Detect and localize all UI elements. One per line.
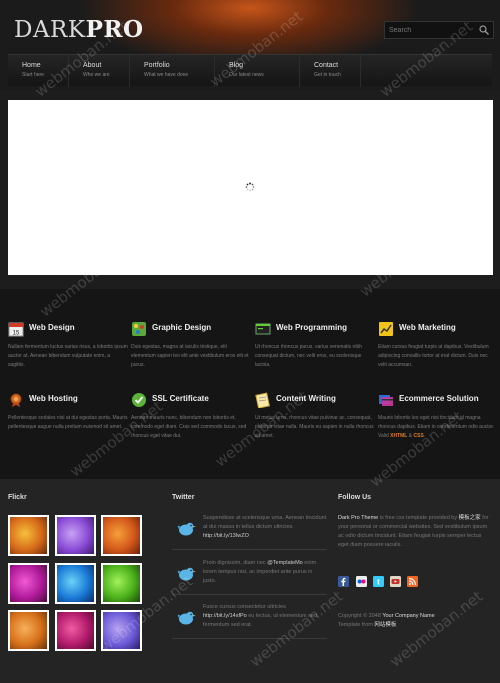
service-title: Graphic Design — [152, 323, 212, 332]
svg-text:t: t — [377, 578, 380, 587]
service-text: Ut metus urna, rhoncus vitae pulvinar ac… — [255, 415, 374, 439]
company-link[interactable]: Your Company Name — [382, 613, 434, 619]
tweet-link[interactable]: http://bit.ly/14sfPo — [203, 613, 247, 619]
follow-us-title: Follow Us — [338, 494, 372, 501]
tweet-link[interactable]: @TemplateMo — [267, 560, 303, 566]
award-icon — [10, 393, 22, 407]
header: DARKPRO Home Start here About Who we are… — [0, 0, 500, 90]
cards-icon — [379, 395, 393, 406]
tweet-item: Suspendisse at scelerisque urna. Aenean … — [172, 514, 327, 550]
nav-title: Blog — [229, 62, 244, 69]
service-text: Aenean mauris nunc, bibendum non loborti… — [131, 415, 247, 439]
twitter-icon[interactable]: t — [373, 576, 384, 587]
nav-item-portfolio[interactable]: Portfolio What we have done — [130, 55, 215, 87]
document-icon — [255, 392, 270, 408]
service-title: SSL Certificate — [152, 394, 209, 403]
service-title: Ecommerce Solution — [399, 394, 479, 403]
chart-icon — [379, 322, 393, 336]
logo[interactable]: DARKPRO — [14, 16, 144, 43]
provider-link[interactable]: 模板之家 — [459, 515, 481, 521]
check-icon — [132, 393, 146, 407]
tweet-text: Fusce cursus consectetur ultricies http:… — [203, 604, 319, 628]
nav-item-blog[interactable]: Blog Our latest news — [215, 55, 300, 87]
tweet-item: Proin dignissim, diam nec @TemplateMo en… — [172, 559, 327, 595]
nav-title: Home — [22, 62, 41, 69]
rss-icon[interactable] — [407, 576, 418, 587]
service-text: Pellentesque sodales nisl at dui egestas… — [8, 415, 128, 430]
service-title: Content Writing — [276, 394, 336, 403]
service-title: Web Marketing — [399, 323, 456, 332]
template-source-link[interactable]: 网站模板 — [374, 622, 396, 628]
twitter-bird-icon — [177, 567, 196, 581]
tweet-link[interactable]: http://bit.ly/13IwZO — [203, 533, 249, 539]
flickr-thumbnail[interactable] — [8, 515, 49, 556]
nav-subtitle: What we have done — [144, 72, 189, 78]
search-input[interactable] — [389, 23, 475, 37]
flickr-thumbnail[interactable] — [101, 563, 142, 604]
image-slider[interactable] — [8, 100, 493, 275]
youtube-icon[interactable] — [390, 576, 401, 587]
nav-title: Portfolio — [144, 62, 170, 69]
nav-subtitle: Who we are — [83, 72, 110, 78]
flickr-thumbnail[interactable] — [101, 610, 142, 651]
service-text: Mauris lobortis leo eget nisi tincidunt … — [378, 415, 495, 439]
loading-spinner-icon — [245, 182, 255, 192]
nav-subtitle: Our latest news — [229, 72, 264, 78]
calendar-icon: 15 — [8, 322, 24, 337]
tweet-item: Fusce cursus consectetur ultricies http:… — [172, 603, 327, 639]
services-section — [0, 289, 500, 479]
service-text: Nullam fermentum luctus varius risus, a … — [8, 344, 128, 368]
terminal-icon — [255, 323, 271, 335]
flickr-title: Flickr — [8, 494, 27, 501]
facebook-icon[interactable] — [338, 576, 349, 587]
service-title: Web Programming — [276, 323, 347, 332]
tweet-text: Proin dignissim, diam nec @TemplateMo en… — [203, 560, 317, 584]
flickr-thumbnail[interactable] — [8, 563, 49, 604]
nav-subtitle: Get in touch — [314, 72, 341, 78]
tweet-text: Suspendisse at scelerisque urna. Aenean … — [203, 515, 327, 539]
twitter-bird-icon — [177, 611, 196, 625]
flickr-thumbnail[interactable] — [101, 515, 142, 556]
service-text: Etiam cursus feugiat turpis at dapibus. … — [378, 344, 489, 368]
service-title: Web Design — [29, 323, 75, 332]
flickr-thumbnail[interactable] — [55, 515, 96, 556]
search-icon[interactable] — [478, 24, 490, 36]
copyright-text: Copyright © 2048 Your Company Name Templa… — [338, 613, 435, 628]
flickr-thumbnail[interactable] — [8, 610, 49, 651]
nav-item-contact[interactable]: Contact Get in touch — [300, 55, 361, 87]
nav-subtitle: Start here — [22, 72, 44, 78]
palette-icon — [132, 322, 146, 336]
twitter-title: Twitter — [172, 494, 195, 501]
main-nav: Home Start here About Who we are Portfol… — [8, 54, 492, 87]
service-title: Web Hosting — [29, 394, 78, 403]
svg-text:15: 15 — [13, 331, 20, 337]
flickr-icon[interactable] — [356, 576, 367, 587]
nav-title: Contact — [314, 62, 339, 69]
theme-name-link[interactable]: Dark Pro Theme — [338, 515, 378, 521]
search-box — [384, 21, 494, 39]
service-text: Duis egestas, magna at iaculis tristique… — [131, 344, 249, 368]
nav-item-home[interactable]: Home Start here — [8, 55, 69, 87]
flickr-thumbnail[interactable] — [55, 563, 96, 604]
nav-title: About — [83, 62, 102, 69]
flickr-thumbnail[interactable] — [55, 610, 96, 651]
service-text: Ut rhoncus rhoncus purus, varius venenat… — [255, 344, 363, 368]
twitter-bird-icon — [177, 522, 196, 536]
nav-item-about[interactable]: About Who we are — [69, 55, 130, 87]
follow-us-text: Dark Pro Theme is free css template prov… — [338, 515, 489, 548]
